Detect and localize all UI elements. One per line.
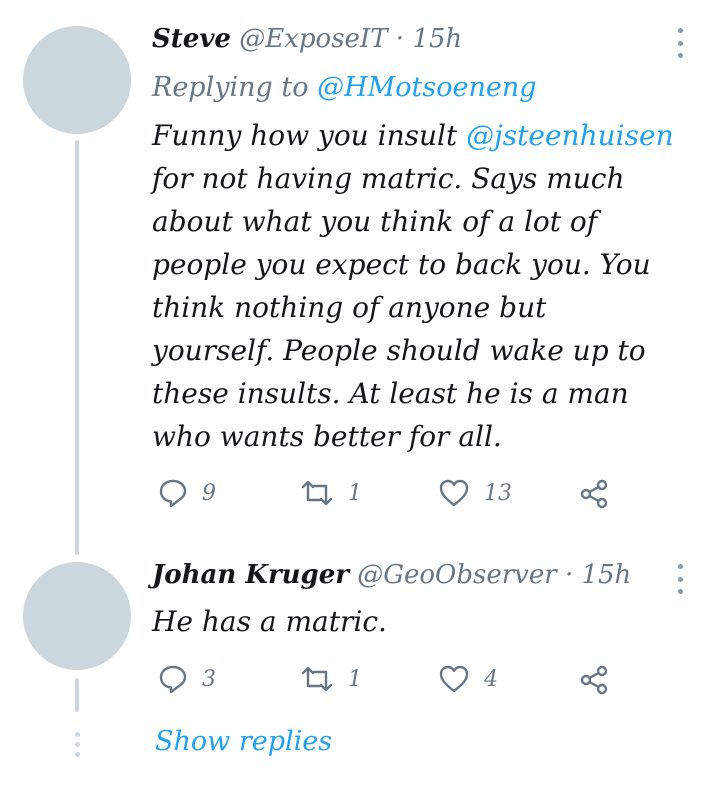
share-button[interactable] bbox=[578, 478, 610, 510]
tweet-text-line: for not having matric. Says much bbox=[152, 162, 625, 195]
replying-to: Replying to @HMotsoeneng bbox=[152, 72, 537, 103]
share-button[interactable] bbox=[578, 664, 610, 696]
reply-button[interactable]: 9 bbox=[158, 478, 216, 508]
more-vertical-icon bbox=[677, 28, 683, 33]
like-icon bbox=[439, 665, 469, 693]
thread-continuation-dots bbox=[75, 732, 80, 757]
reply-count: 3 bbox=[202, 666, 216, 692]
tweet-text-line: who wants better for all. bbox=[152, 420, 502, 453]
timestamp[interactable]: 15h bbox=[581, 560, 631, 590]
avatar[interactable] bbox=[23, 562, 131, 670]
author-name[interactable]: Johan Kruger bbox=[152, 560, 349, 590]
tweet-text-line: He has a matric. bbox=[152, 605, 387, 638]
reply-icon bbox=[159, 665, 187, 694]
mention-link[interactable]: @jsteenhuisen bbox=[466, 119, 673, 152]
retweet-icon bbox=[301, 480, 333, 506]
like-count: 13 bbox=[484, 480, 512, 506]
retweet-button[interactable]: 1 bbox=[300, 664, 362, 694]
tweet-text-line: people you expect to back you. You bbox=[152, 248, 651, 281]
avatar[interactable] bbox=[23, 26, 131, 134]
thread-line bbox=[75, 678, 79, 712]
retweet-count: 1 bbox=[348, 666, 362, 692]
author-handle[interactable]: @ExposeIT bbox=[239, 24, 387, 54]
share-icon bbox=[580, 479, 608, 509]
replying-to-label: Replying to bbox=[152, 72, 318, 103]
share-icon bbox=[580, 665, 608, 695]
tweet-actions: 9 1 13 bbox=[152, 478, 632, 518]
author-name[interactable]: Steve bbox=[152, 24, 231, 54]
tweet-text-line: Funny how you insult bbox=[152, 119, 467, 152]
tweet-text-line: about what you think of a lot of bbox=[152, 205, 598, 238]
tweet-text-line: think nothing of anyone but bbox=[152, 291, 547, 324]
tweet-header: Johan Kruger @GeoObserver · 15h bbox=[152, 560, 631, 590]
retweet-icon bbox=[301, 666, 333, 692]
like-button[interactable]: 13 bbox=[438, 478, 512, 508]
retweet-button[interactable]: 1 bbox=[300, 478, 362, 508]
tweet-header: Steve @ExposeIT · 15h bbox=[152, 24, 462, 54]
timestamp[interactable]: 15h bbox=[412, 24, 462, 54]
replying-to-handle[interactable]: @HMotsoeneng bbox=[317, 72, 536, 103]
show-replies-link[interactable]: Show replies bbox=[155, 726, 332, 757]
reply-count: 9 bbox=[202, 480, 216, 506]
separator-dot: · bbox=[395, 24, 405, 54]
tweet-text: He has a matric. bbox=[152, 600, 697, 643]
reply-icon bbox=[159, 479, 187, 508]
more-options-button[interactable] bbox=[670, 28, 690, 58]
tweet-text-line: these insults. At least he is a man bbox=[152, 377, 629, 410]
more-vertical-icon bbox=[677, 564, 683, 569]
author-handle[interactable]: @GeoObserver bbox=[357, 560, 556, 590]
like-count: 4 bbox=[484, 666, 498, 692]
like-button[interactable]: 4 bbox=[438, 664, 498, 694]
reply-button[interactable]: 3 bbox=[158, 664, 216, 694]
tweet-actions: 3 1 4 bbox=[152, 664, 632, 704]
tweet-text: Funny how you insult @jsteenhuisen for n… bbox=[152, 114, 697, 458]
separator-dot: · bbox=[564, 560, 574, 590]
tweet-text-line: yourself. People should wake up to bbox=[152, 334, 646, 367]
more-options-button[interactable] bbox=[670, 564, 690, 594]
thread-line bbox=[75, 140, 79, 555]
retweet-count: 1 bbox=[348, 480, 362, 506]
like-icon bbox=[439, 479, 469, 507]
